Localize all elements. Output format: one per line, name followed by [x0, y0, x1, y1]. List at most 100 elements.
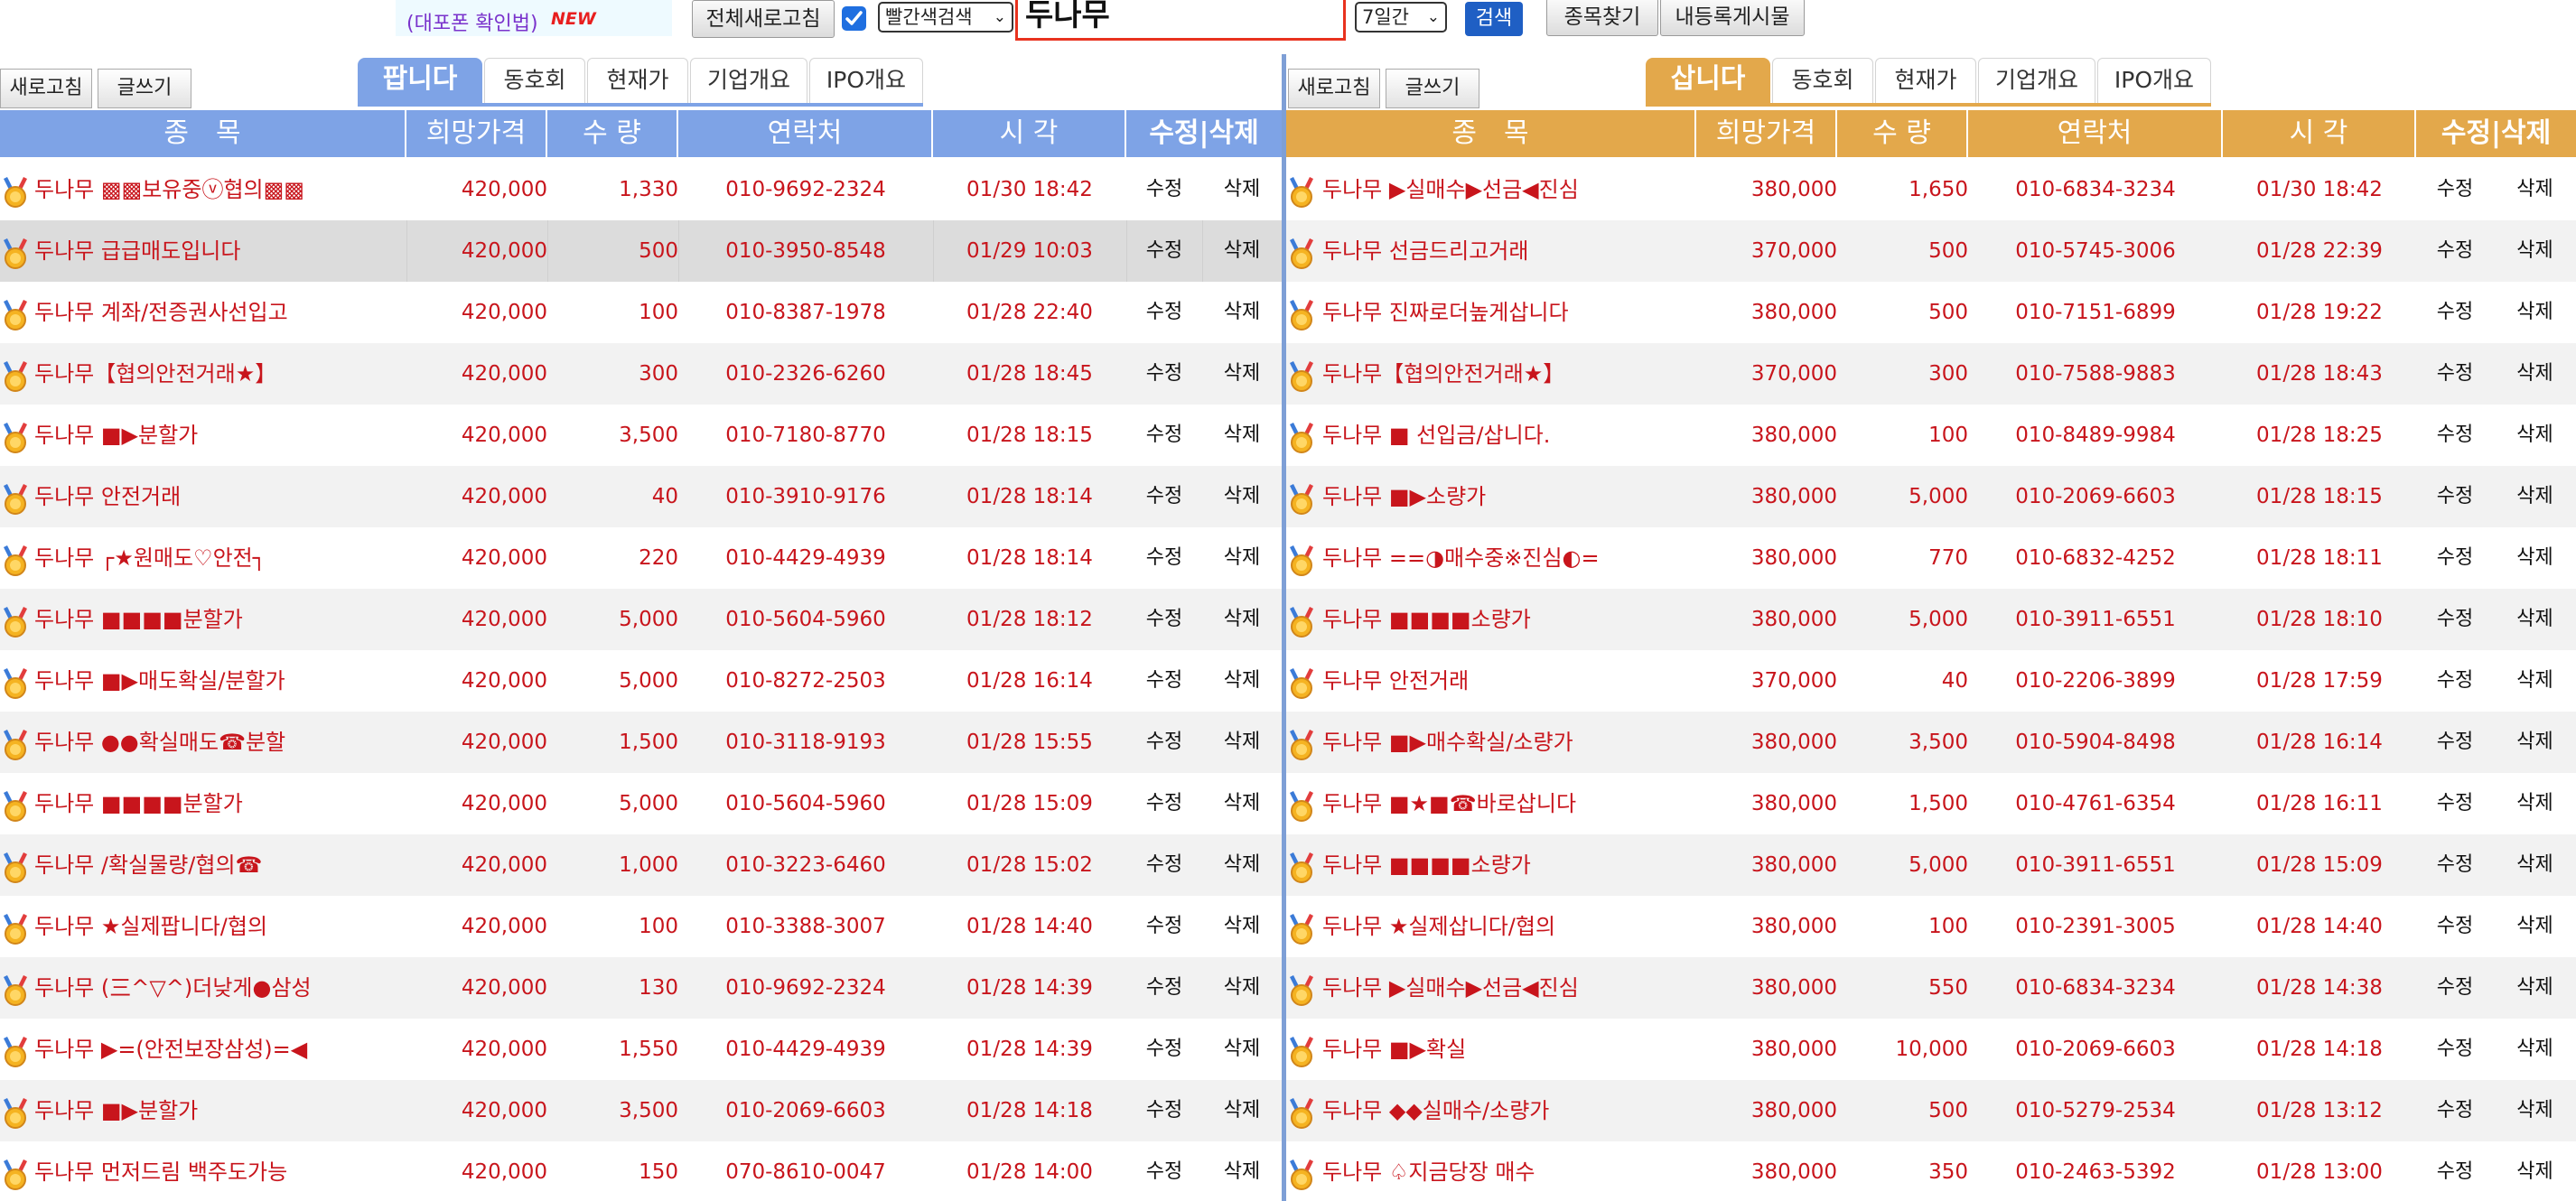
edit-button[interactable]: 수정: [2416, 650, 2494, 712]
delete-button[interactable]: 삭제: [1202, 1080, 1282, 1141]
red-search-checkbox[interactable]: [842, 6, 866, 31]
delete-button[interactable]: 삭제: [2494, 282, 2576, 343]
table-row[interactable]: 두나무 ■▶매수확실/소량가 380,000 3,500 010-5904-8498 0…: [1286, 712, 2576, 773]
delete-button[interactable]: 삭제: [2494, 220, 2576, 282]
table-row[interactable]: 두나무 ▶실매수▶선금◀진심 380,000 550 010-6834-3234 01/…: [1286, 957, 2576, 1019]
period-select[interactable]: 7일간 ⌄: [1355, 2, 1447, 33]
delete-button[interactable]: 삭제: [2494, 527, 2576, 589]
delete-button[interactable]: 삭제: [1202, 957, 1282, 1019]
listing-name[interactable]: 두나무 ■■■■소량가: [1322, 834, 1694, 896]
delete-button[interactable]: 삭제: [2494, 405, 2576, 466]
delete-button[interactable]: 삭제: [1202, 466, 1282, 527]
delete-button[interactable]: 삭제: [2494, 159, 2576, 220]
edit-button[interactable]: 수정: [2416, 466, 2494, 527]
table-row[interactable]: 두나무 ==◑매수중※진심◐= 380,000 770 010-6832-4252 01…: [1286, 527, 2576, 589]
table-row[interactable]: 두나무 ▶실매수▶선금◀진심 380,000 1,650 010-6834-3234 0…: [1286, 159, 2576, 220]
find-stock-button[interactable]: 종목찾기: [1546, 0, 1658, 36]
listing-name[interactable]: 두나무 ■■■■분할가: [34, 589, 405, 650]
buy-refresh-button[interactable]: 새로고침: [1288, 69, 1380, 108]
listing-name[interactable]: 두나무 ==◑매수중※진심◐=: [1322, 527, 1694, 589]
edit-button[interactable]: 수정: [1126, 466, 1202, 527]
edit-button[interactable]: 수정: [2416, 405, 2494, 466]
sell-write-button[interactable]: 글쓰기: [98, 69, 191, 108]
sell-refresh-button[interactable]: 새로고침: [0, 69, 92, 108]
edit-button[interactable]: 수정: [2416, 896, 2494, 957]
listing-name[interactable]: 두나무 ■■■■분할가: [34, 773, 405, 834]
listing-name[interactable]: 두나무 ●●확실매도☎분할: [34, 712, 405, 773]
table-row[interactable]: 두나무 (三^▽^)더낮게●삼성 420,000 130 010-9692-2324 0…: [0, 957, 1282, 1019]
table-row[interactable]: 두나무 ■■■■소량가 380,000 5,000 010-3911-6551 01/2…: [1286, 589, 2576, 650]
edit-button[interactable]: 수정: [2416, 834, 2494, 896]
listing-name[interactable]: 두나무 ▶실매수▶선금◀진심: [1322, 159, 1694, 220]
edit-button[interactable]: 수정: [1126, 527, 1202, 589]
listing-name[interactable]: 두나무 /확실물량/협의☎: [34, 834, 405, 896]
edit-button[interactable]: 수정: [1126, 589, 1202, 650]
tab-ipo-overview[interactable]: IPO개요: [809, 58, 923, 103]
delete-button[interactable]: 삭제: [1202, 834, 1282, 896]
edit-button[interactable]: 수정: [1126, 957, 1202, 1019]
listing-name[interactable]: 두나무 (三^▽^)더낮게●삼성: [34, 957, 405, 1019]
edit-button[interactable]: 수정: [2416, 589, 2494, 650]
tab-club[interactable]: 동호회: [484, 58, 585, 103]
listing-name[interactable]: 두나무 선금드리고거래: [1322, 220, 1694, 282]
delete-button[interactable]: 삭제: [2494, 650, 2576, 712]
table-row[interactable]: 두나무 ●●확실매도☎분할 420,000 1,500 010-3118-9193 01…: [0, 712, 1282, 773]
edit-button[interactable]: 수정: [1126, 834, 1202, 896]
edit-button[interactable]: 수정: [1126, 712, 1202, 773]
table-row[interactable]: 두나무 급급매도입니다 420,000 500 010-3950-8548 01/29 …: [0, 220, 1282, 282]
tab-current-price[interactable]: 현재가: [1875, 58, 1976, 103]
listing-name[interactable]: 두나무 ★실제팝니다/협의: [34, 896, 405, 957]
listing-name[interactable]: 두나무 ┌★원매도♡안전┐: [34, 527, 405, 589]
table-row[interactable]: 두나무 ■▶분할가 420,000 3,500 010-2069-6603 01/28 …: [0, 1080, 1282, 1141]
delete-button[interactable]: 삭제: [1202, 220, 1282, 282]
buy-write-button[interactable]: 글쓰기: [1386, 69, 1479, 108]
delete-button[interactable]: 삭제: [1202, 343, 1282, 405]
table-row[interactable]: 두나무 ┌★원매도♡안전┐ 420,000 220 010-4429-4939 01/2…: [0, 527, 1282, 589]
edit-button[interactable]: 수정: [1126, 1019, 1202, 1080]
delete-button[interactable]: 삭제: [2494, 834, 2576, 896]
search-mode-select[interactable]: 빨간색검색 ⌄: [878, 2, 1013, 33]
table-row[interactable]: 두나무 ■■■■분할가 420,000 5,000 010-5604-5960 01/2…: [0, 589, 1282, 650]
table-row[interactable]: 두나무 계좌/전증권사선입고 420,000 100 010-8387-1978 01/…: [0, 282, 1282, 343]
delete-button[interactable]: 삭제: [2494, 343, 2576, 405]
listing-name[interactable]: 두나무 ■▶매도확실/분할가: [34, 650, 405, 712]
table-row[interactable]: 두나무 ■▶확실 380,000 10,000 010-2069-6603 01/28 …: [1286, 1019, 2576, 1080]
delete-button[interactable]: 삭제: [1202, 1141, 1282, 1201]
edit-button[interactable]: 수정: [1126, 1080, 1202, 1141]
listing-name[interactable]: 두나무 ▶실매수▶선금◀진심: [1322, 957, 1694, 1019]
table-row[interactable]: 두나무 ■★■☎바로삽니다 380,000 1,500 010-4761-6354 01…: [1286, 773, 2576, 834]
table-row[interactable]: 두나무 ■▶분할가 420,000 3,500 010-7180-8770 01/28 …: [0, 405, 1282, 466]
delete-button[interactable]: 삭제: [2494, 773, 2576, 834]
delete-button[interactable]: 삭제: [1202, 159, 1282, 220]
edit-button[interactable]: 수정: [1126, 159, 1202, 220]
listing-name[interactable]: 두나무 ■▶분할가: [34, 405, 405, 466]
listing-name[interactable]: 두나무 ♤지금당장 매수: [1322, 1141, 1694, 1201]
delete-button[interactable]: 삭제: [1202, 405, 1282, 466]
edit-button[interactable]: 수정: [1126, 650, 1202, 712]
listing-name[interactable]: 두나무 먼저드림 백주도가능: [34, 1141, 405, 1201]
burner-phone-notice-link[interactable]: (대포폰 확인법): [406, 7, 538, 36]
listing-name[interactable]: 두나무 ◆◆실매수/소량가: [1322, 1080, 1694, 1141]
delete-button[interactable]: 삭제: [2494, 896, 2576, 957]
table-row[interactable]: 두나무 선금드리고거래 370,000 500 010-5745-3006 01/28 …: [1286, 220, 2576, 282]
table-row[interactable]: 두나무 ▶=(안전보장삼성)=◀ 420,000 1,550 010-4429-493…: [0, 1019, 1282, 1080]
table-row[interactable]: 두나무 안전거래 420,000 40 010-3910-9176 01/28 18:1…: [0, 466, 1282, 527]
table-row[interactable]: 두나무 ■▶소량가 380,000 5,000 010-2069-6603 01/28 …: [1286, 466, 2576, 527]
table-row[interactable]: 두나무 /확실물량/협의☎ 420,000 1,000 010-3223-6460 01…: [0, 834, 1282, 896]
table-row[interactable]: 두나무 ♤지금당장 매수 380,000 350 010-2463-5392 01/28…: [1286, 1141, 2576, 1201]
table-row[interactable]: 두나무 ★실제팝니다/협의 420,000 100 010-3388-3007 01/2…: [0, 896, 1282, 957]
edit-button[interactable]: 수정: [2416, 282, 2494, 343]
table-row[interactable]: 두나무 안전거래 370,000 40 010-2206-3899 01/28 17:5…: [1286, 650, 2576, 712]
edit-button[interactable]: 수정: [2416, 1080, 2494, 1141]
delete-button[interactable]: 삭제: [1202, 896, 1282, 957]
listing-name[interactable]: 두나무 ■▶소량가: [1322, 466, 1694, 527]
listing-name[interactable]: 두나무 ▩▩보유중ⓥ협의▩▩: [34, 159, 405, 220]
edit-button[interactable]: 수정: [2416, 343, 2494, 405]
edit-button[interactable]: 수정: [2416, 159, 2494, 220]
listing-name[interactable]: 두나무 ★실제삽니다/협의: [1322, 896, 1694, 957]
tab-company-overview[interactable]: 기업개요: [1978, 58, 2095, 103]
edit-button[interactable]: 수정: [2416, 527, 2494, 589]
listing-name[interactable]: 두나무【협의안전거래★】: [1322, 343, 1694, 405]
delete-button[interactable]: 삭제: [1202, 282, 1282, 343]
listing-name[interactable]: 두나무 ■▶매수확실/소량가: [1322, 712, 1694, 773]
